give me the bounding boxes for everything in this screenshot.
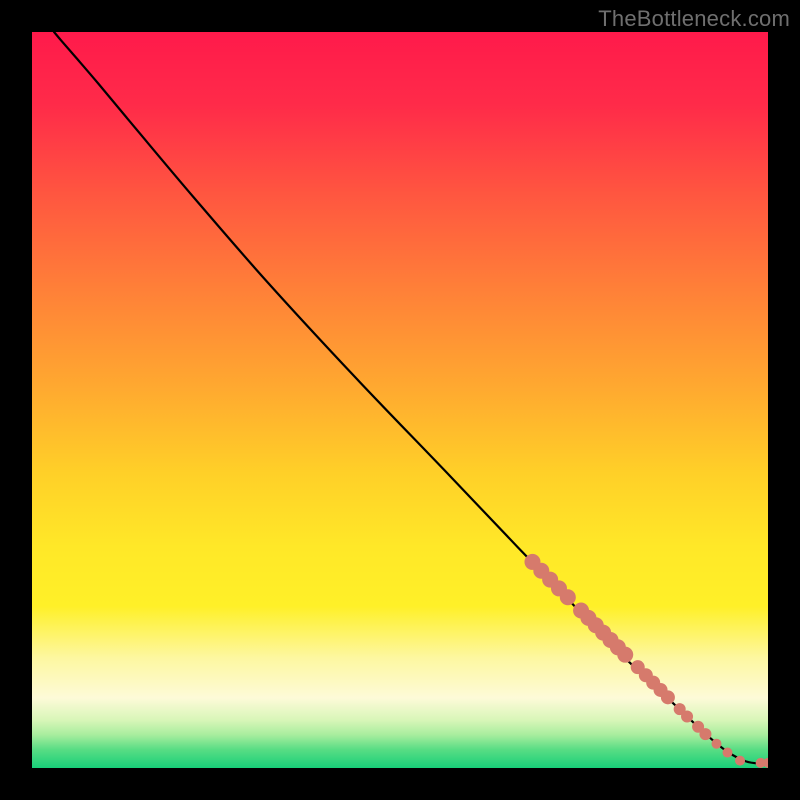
watermark-text: TheBottleneck.com: [598, 6, 790, 32]
data-point: [723, 748, 733, 758]
chart-svg: [32, 32, 768, 768]
data-point: [560, 589, 576, 605]
data-point: [681, 710, 693, 722]
plot-area: [32, 32, 768, 768]
chart-stage: TheBottleneck.com: [0, 0, 800, 800]
data-point: [711, 739, 721, 749]
data-point: [661, 690, 675, 704]
gradient-background: [32, 32, 768, 768]
data-point: [617, 647, 633, 663]
data-point: [699, 728, 711, 740]
data-point: [735, 756, 745, 766]
